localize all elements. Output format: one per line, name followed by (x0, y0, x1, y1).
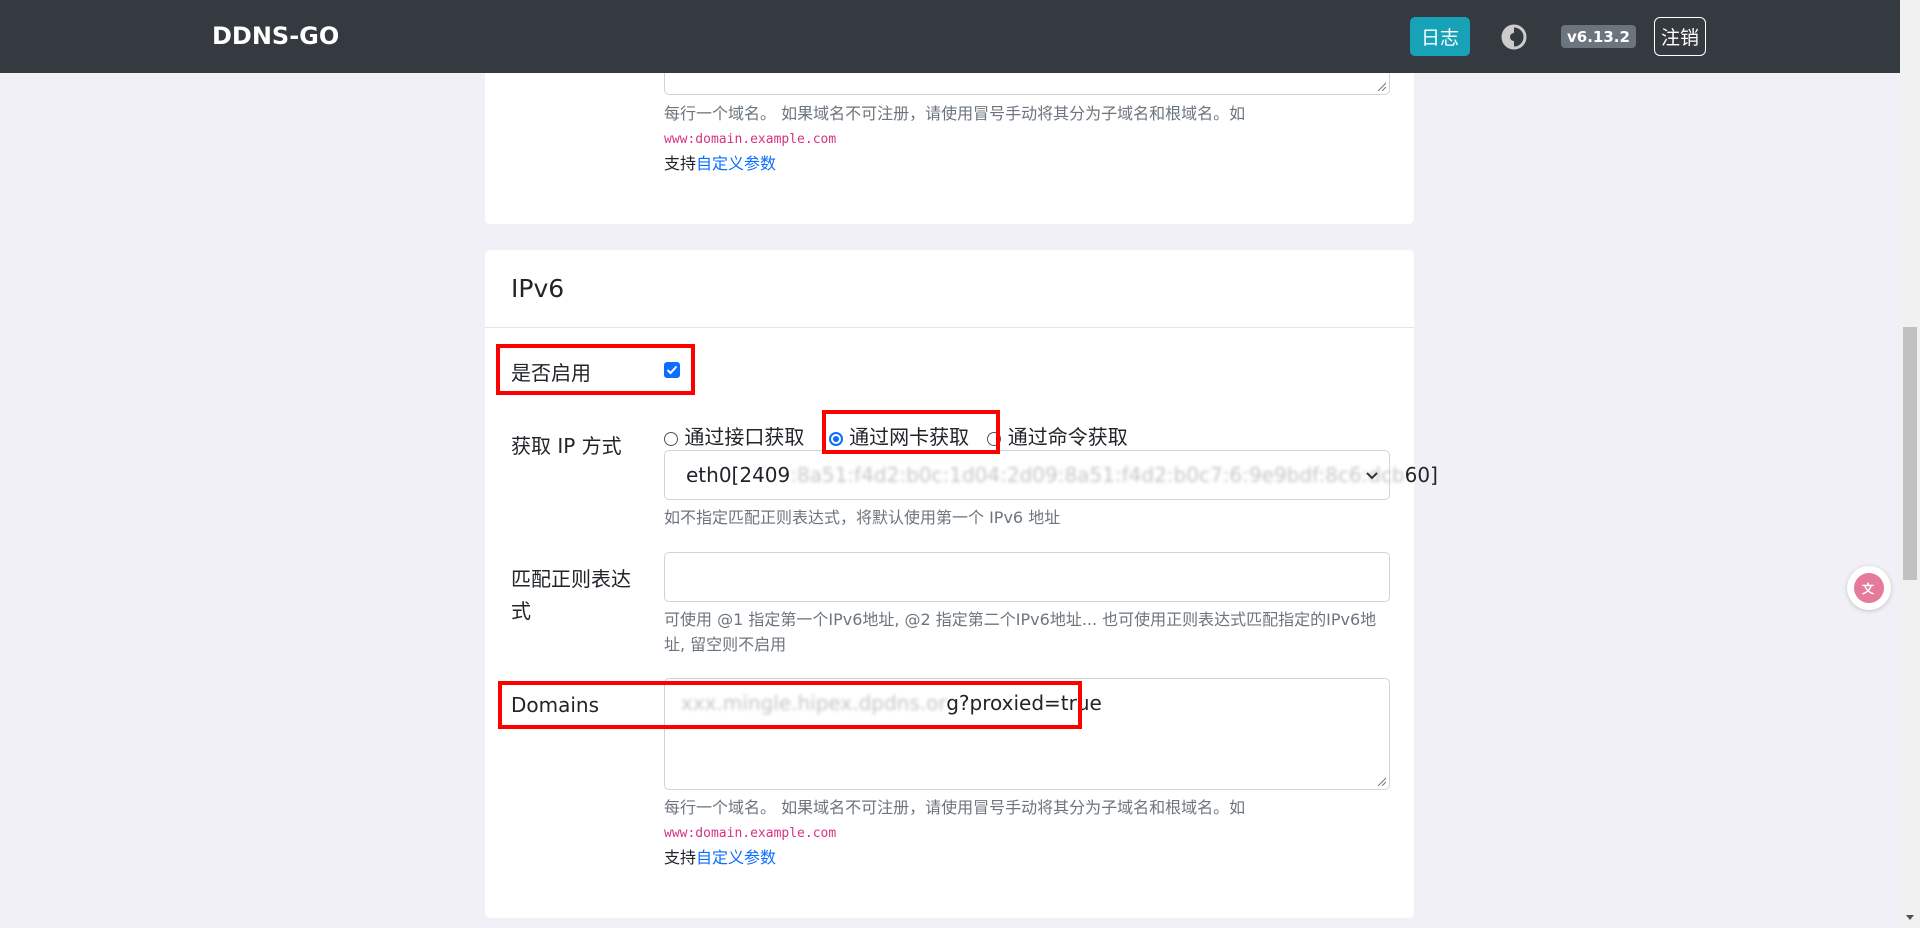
custom-params-prefix: 支持 (664, 154, 697, 173)
custom-params-link[interactable]: 自定义参数 (696, 848, 776, 867)
interface-select[interactable]: eth0[2409:8a51:f4d2:b0c:1d04:2d09:8a51:f… (664, 450, 1438, 500)
interface-value-prefix: eth0[2409 (686, 463, 791, 487)
domains-example: www:domain.example.com (664, 826, 837, 841)
chevron-down-icon (1366, 472, 1378, 480)
scroll-down-arrow-icon[interactable] (1905, 914, 1915, 922)
log-button[interactable]: 日志 (1410, 17, 1470, 56)
radio-command[interactable]: 通过命令获取 (987, 425, 1128, 449)
ipv6-title: IPv6 (511, 274, 565, 303)
resize-handle-icon[interactable] (1376, 776, 1386, 786)
version-badge: v6.13.2 (1561, 25, 1636, 48)
radio-interface-api[interactable]: 通过接口获取 (664, 425, 804, 449)
resize-handle-icon[interactable] (1376, 81, 1386, 91)
translate-icon: 文 (1854, 573, 1884, 603)
top-navbar: DDNS-GO 日志 v6.13.2 注销 (0, 0, 1900, 73)
ipv4-domains-help: 每行一个域名。 如果域名不可注册，请使用冒号手动将其分为子域名和根域名。如 (664, 104, 1246, 123)
half-moon-icon[interactable] (1500, 23, 1528, 51)
regex-input[interactable] (664, 552, 1390, 602)
scrollbar-thumb[interactable] (1903, 327, 1917, 580)
domains-custom-params: 支持自定义参数 (664, 845, 776, 870)
domains-help: 每行一个域名。 如果域名不可注册，请使用冒号手动将其分为子域名和根域名。如 (664, 798, 1246, 817)
ipv6-card-header: IPv6 (485, 250, 1414, 328)
interface-value-suffix: 60] (1404, 463, 1438, 487)
interface-value-blurred: :8a51:f4d2:b0c:1d04:2d09:8a51:f4d2:b0c7:… (790, 463, 1405, 487)
ipv4-domains-example: www:domain.example.com (664, 132, 837, 147)
ipv4-custom-params: 支持自定义参数 (664, 151, 776, 176)
custom-params-link[interactable]: 自定义参数 (696, 154, 776, 173)
translate-widget[interactable]: 文 (1847, 566, 1891, 610)
interface-help: 如不指定匹配正则表达式，将默认使用第一个 IPv6 地址 (664, 508, 1061, 527)
highlight-domains (498, 681, 1082, 729)
regex-label: 匹配正则表达式 (511, 567, 631, 623)
logout-button[interactable]: 注销 (1654, 17, 1706, 56)
highlight-enable (496, 344, 695, 395)
brand-title[interactable]: DDNS-GO (212, 22, 339, 50)
regex-help: 可使用 @1 指定第一个IPv6地址, @2 指定第二个IPv6地址... 也可… (664, 610, 1377, 654)
svg-text:文: 文 (1862, 581, 1875, 596)
custom-params-prefix: 支持 (664, 848, 697, 867)
highlight-network-card (822, 410, 1000, 454)
ip-method-label: 获取 IP 方式 (511, 434, 622, 458)
